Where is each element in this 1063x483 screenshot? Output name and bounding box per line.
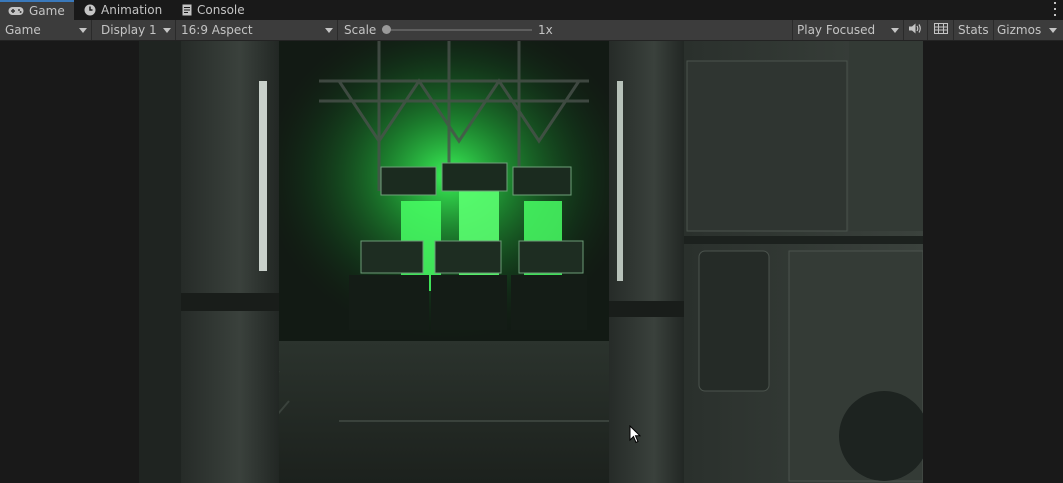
scale-slider-track[interactable] [388, 29, 532, 31]
scale-label: Scale [344, 23, 377, 37]
tab-console-label: Console [197, 3, 245, 17]
speaker-icon [909, 23, 922, 37]
game-render-image [139, 41, 923, 483]
editor-tab-bar: Game Animation Console [0, 0, 1063, 21]
stats-button[interactable]: Stats [954, 20, 994, 40]
view-mode-dropdown[interactable]: Game [0, 20, 92, 40]
tab-console[interactable]: Console [174, 0, 256, 20]
tab-game-label: Game [29, 4, 65, 18]
display-value: Display 1 [101, 23, 157, 37]
tab-animation-label: Animation [101, 3, 163, 17]
aspect-dropdown[interactable]: 16:9 Aspect [176, 20, 338, 40]
mouse-cursor-icon [629, 424, 642, 447]
play-mode-dropdown[interactable]: Play Focused [792, 20, 904, 40]
tab-animation[interactable]: Animation [76, 0, 172, 20]
clock-icon [84, 4, 96, 16]
mute-audio-button[interactable] [904, 20, 928, 40]
gamepad-icon [8, 6, 24, 16]
tab-game[interactable]: Game [0, 0, 74, 20]
game-viewport[interactable] [139, 41, 923, 483]
toggle-grid-button[interactable] [928, 20, 954, 40]
grid-icon [934, 23, 948, 37]
chevron-down-icon [79, 28, 87, 33]
chevron-down-icon [1049, 28, 1057, 33]
scale-value: 1x [538, 23, 553, 37]
display-dropdown[interactable]: Display 1 [96, 20, 176, 40]
scale-slider-handle[interactable] [382, 25, 391, 34]
gizmos-dropdown[interactable]: Gizmos [994, 20, 1063, 40]
gizmos-label: Gizmos [997, 23, 1042, 37]
chevron-down-icon [325, 28, 333, 33]
more-options-icon[interactable] [1053, 2, 1057, 16]
console-icon [182, 4, 192, 16]
chevron-down-icon [891, 28, 899, 33]
view-mode-value: Game [5, 23, 41, 37]
play-mode-value: Play Focused [797, 23, 876, 37]
aspect-value: 16:9 Aspect [181, 23, 253, 37]
chevron-down-icon [163, 28, 171, 33]
stats-label: Stats [958, 23, 989, 37]
